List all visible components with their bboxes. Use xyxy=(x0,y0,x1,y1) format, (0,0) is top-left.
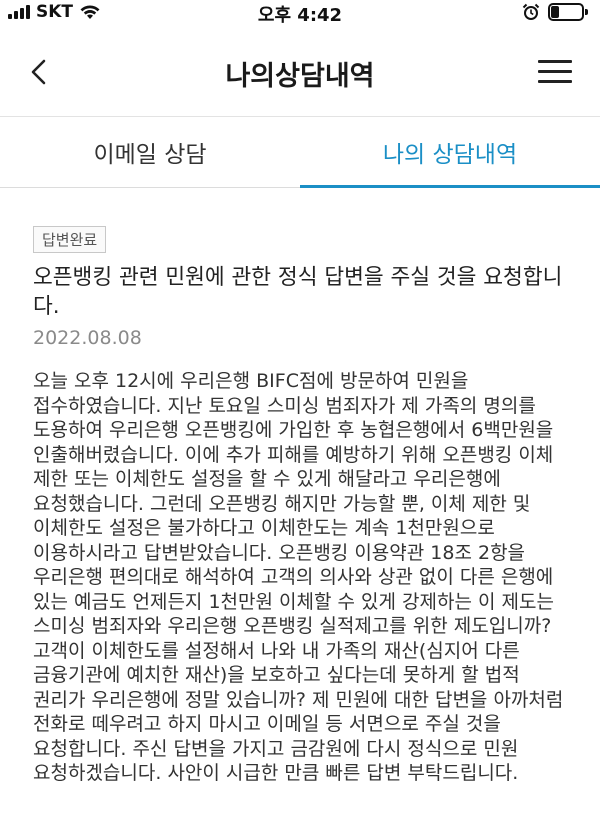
post-body: 오늘 오후 12시에 우리은행 BIFC점에 방문하여 민원을 접수하였습니다.… xyxy=(33,370,564,784)
tab-bar: 이메일 상담 나의 상담내역 xyxy=(0,116,600,188)
status-right xyxy=(522,3,588,21)
tab-label: 이메일 상담 xyxy=(93,142,207,168)
active-tab-indicator xyxy=(300,185,600,188)
tab-email-consultation[interactable]: 이메일 상담 xyxy=(0,117,300,187)
alarm-clock-icon xyxy=(522,3,540,20)
tab-label: 나의 상담내역 xyxy=(382,142,518,168)
status-badge: 답변완료 xyxy=(33,226,107,253)
tab-my-consultation-history[interactable]: 나의 상담내역 xyxy=(300,117,600,188)
page-title: 나의상담내역 xyxy=(225,61,375,92)
nav-bar: 나의상담내역 xyxy=(0,40,600,106)
battery-level xyxy=(551,6,559,18)
status-time: 오후 4:42 xyxy=(257,5,343,26)
battery-icon xyxy=(548,3,588,21)
status-bar: SKT 오후 4:42 xyxy=(0,0,600,26)
consultation-detail: 답변완료 오픈뱅킹 관련 민원에 관한 정식 답변을 주실 것을 요청합니다. … xyxy=(33,226,573,786)
menu-button[interactable] xyxy=(538,56,572,86)
post-title: 오픈뱅킹 관련 민원에 관한 정식 답변을 주실 것을 요청합니다. xyxy=(33,265,563,319)
post-date: 2022.08.08 xyxy=(33,327,142,349)
